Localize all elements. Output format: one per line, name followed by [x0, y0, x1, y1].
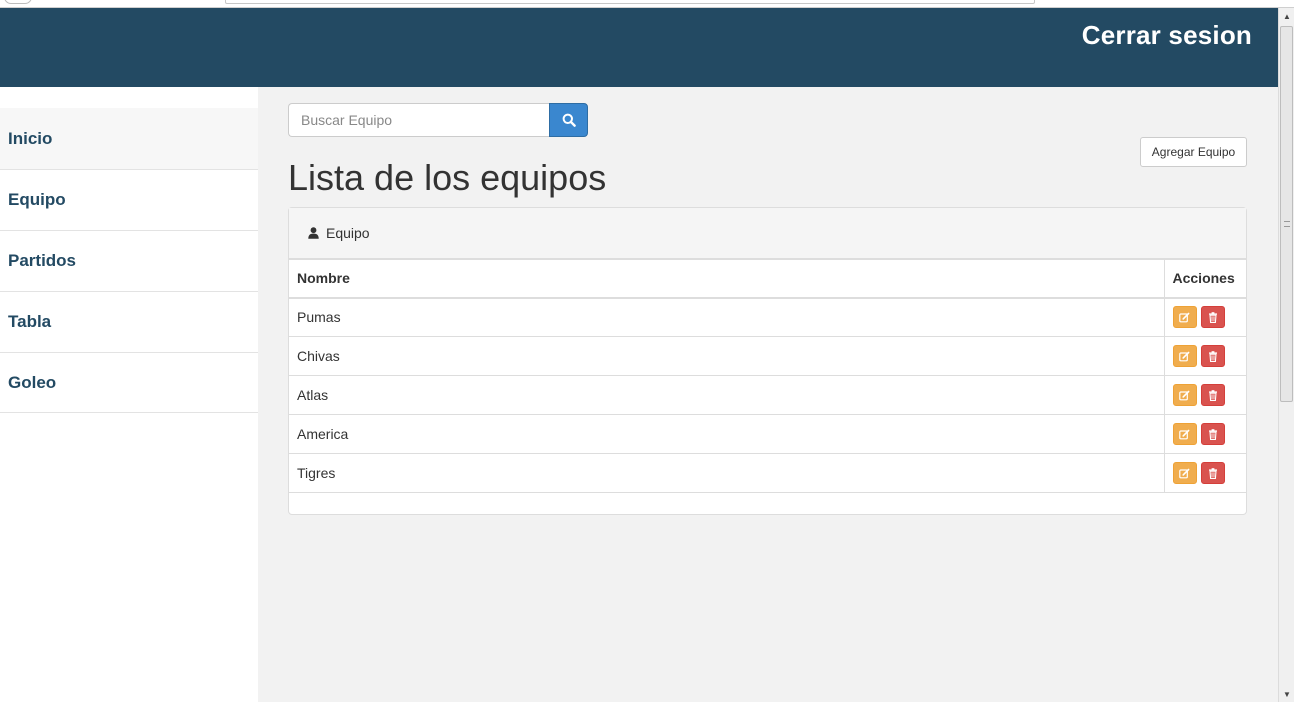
- actions-cell: [1163, 336, 1246, 376]
- edit-icon: [1179, 312, 1190, 323]
- column-header-nombre: Nombre: [289, 259, 1165, 299]
- trash-icon: [1208, 428, 1218, 440]
- trash-icon: [1208, 389, 1218, 401]
- scrollbar-grip-icon: [1284, 221, 1290, 227]
- actions-cell: [1163, 297, 1246, 337]
- search-input[interactable]: [288, 103, 549, 137]
- scrollbar-thumb[interactable]: [1280, 26, 1293, 402]
- column-header-acciones: Acciones: [1163, 259, 1246, 299]
- user-icon: [308, 227, 319, 239]
- sidebar-item-tabla[interactable]: Tabla: [0, 291, 258, 352]
- sidebar: Inicio Equipo Partidos Tabla Goleo: [0, 87, 258, 702]
- trash-icon: [1208, 350, 1218, 362]
- add-team-button[interactable]: Agregar Equipo: [1140, 137, 1247, 167]
- team-name-cell: Pumas: [289, 297, 1165, 337]
- browser-back-button[interactable]: [4, 0, 32, 4]
- app-header: Cerrar sesion: [0, 8, 1278, 87]
- teams-table: Nombre Acciones Pumas Chivas Atlas America T…: [289, 259, 1246, 493]
- delete-button[interactable]: [1200, 462, 1225, 484]
- edit-button[interactable]: [1172, 345, 1197, 367]
- row-actions: [1172, 306, 1239, 329]
- row-actions: [1172, 462, 1239, 484]
- row-actions: [1172, 423, 1239, 445]
- scroll-up-arrow-icon[interactable]: ▲: [1279, 8, 1294, 24]
- page-scrollbar[interactable]: ▲ ▼: [1278, 8, 1294, 702]
- page-title: Lista de los equipos: [288, 157, 607, 198]
- teams-panel: Equipo Nombre Acciones Pumas Chivas Atlas A…: [288, 207, 1247, 515]
- delete-button[interactable]: [1200, 306, 1225, 329]
- panel-heading: Equipo: [289, 208, 1246, 259]
- sidebar-nav: Inicio Equipo Partidos Tabla Goleo: [0, 108, 258, 413]
- team-name-cell: Atlas: [289, 375, 1165, 415]
- delete-button[interactable]: [1200, 384, 1225, 406]
- trash-icon: [1208, 311, 1218, 323]
- row-actions: [1172, 345, 1239, 367]
- search-group: [288, 103, 588, 137]
- search-button[interactable]: [549, 103, 588, 137]
- edit-icon: [1179, 390, 1190, 401]
- actions-cell: [1163, 414, 1246, 454]
- actions-cell: [1163, 375, 1246, 415]
- actions-cell: [1163, 453, 1246, 493]
- sidebar-item-goleo[interactable]: Goleo: [0, 352, 258, 413]
- browser-top-strip: [0, 0, 1294, 8]
- sidebar-item-inicio[interactable]: Inicio: [0, 108, 258, 169]
- sidebar-item-equipo[interactable]: Equipo: [0, 169, 258, 230]
- sidebar-item-partidos[interactable]: Partidos: [0, 230, 258, 291]
- logout-link[interactable]: Cerrar sesion: [1082, 20, 1252, 51]
- team-name-cell: Tigres: [289, 453, 1165, 493]
- edit-button[interactable]: [1172, 423, 1197, 445]
- edit-icon: [1179, 468, 1190, 479]
- table-header-row: Nombre Acciones: [289, 259, 1246, 299]
- edit-icon: [1179, 429, 1190, 440]
- edit-button[interactable]: [1172, 462, 1197, 484]
- table-row: Pumas: [289, 297, 1246, 337]
- edit-button[interactable]: [1172, 306, 1197, 329]
- scroll-down-arrow-icon[interactable]: ▼: [1279, 686, 1294, 702]
- delete-button[interactable]: [1200, 423, 1225, 445]
- edit-button[interactable]: [1172, 384, 1197, 406]
- table-row: America: [289, 414, 1246, 454]
- team-name-cell: America: [289, 414, 1165, 454]
- panel-heading-label: Equipo: [326, 225, 370, 241]
- table-row: Tigres: [289, 453, 1246, 493]
- search-icon: [562, 113, 576, 127]
- table-row: Chivas: [289, 336, 1246, 376]
- browser-address-bar[interactable]: [225, 0, 1035, 4]
- row-actions: [1172, 384, 1239, 406]
- trash-icon: [1208, 467, 1218, 479]
- edit-icon: [1179, 351, 1190, 362]
- team-name-cell: Chivas: [289, 336, 1165, 376]
- delete-button[interactable]: [1200, 345, 1225, 367]
- table-row: Atlas: [289, 375, 1246, 415]
